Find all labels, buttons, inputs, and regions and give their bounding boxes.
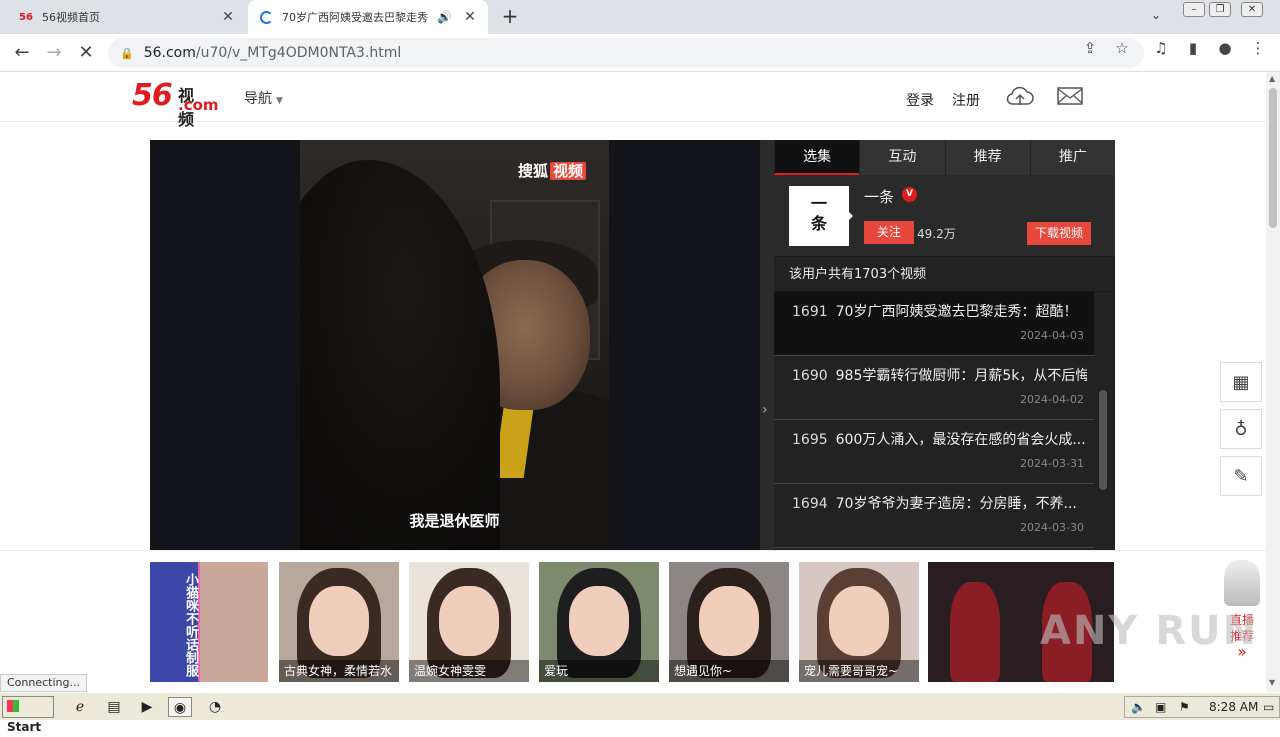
list-item[interactable]: 1690 985学霸转行做厨师：月薪5k，从不后悔 2024-04-02 [774, 356, 1094, 420]
window-controls: – ❐ ✕ [1183, 2, 1263, 17]
favicon-56: 56 [19, 11, 33, 23]
site-header: 56 视频 .com 导航 ▼ 登录 注册 [0, 72, 1266, 129]
uploader-name[interactable]: 一条 [864, 186, 894, 207]
feedback-edit-icon[interactable]: ✎ [1220, 456, 1262, 496]
uploader-card: 一条 一条 V 关注 49.2万 下载视频 [774, 175, 1115, 257]
panel-scrollbar[interactable] [1099, 390, 1107, 490]
back-arrow-icon[interactable]: ← [10, 41, 34, 65]
playlist: 1691 70岁广西阿姨受邀去巴黎走秀：超酷！ 2024-04-03 1690 98… [774, 292, 1094, 548]
message-envelope-icon[interactable] [1055, 84, 1085, 108]
video-subtitle: 我是退休医师 [409, 512, 500, 530]
video-player[interactable]: 搜狐 视频 我是退休医师 [150, 140, 760, 550]
security-icon[interactable]: ⚑ [1179, 697, 1190, 717]
start-button[interactable]: Start [2, 696, 54, 734]
scroll-up-icon[interactable]: ▲ [1269, 74, 1275, 83]
media-controls-icon[interactable]: ♫ [1151, 39, 1171, 57]
taskbar: Start ℯ ▤ ▶ ◉ ◔ 🔈 ▣ ⚑ 8:28 AM ▭ [0, 692, 1280, 734]
stop-loading-icon[interactable]: ✕ [74, 41, 98, 65]
browser-toolbar: ← → ✕ 🔒 56.com/u70/v_MTg4ODM0NTA3.html ⇪… [0, 34, 1280, 72]
register-link[interactable]: 注册 [952, 90, 980, 110]
new-tab-button[interactable]: + [498, 5, 522, 29]
bookmark-star-icon[interactable]: ☆ [1112, 39, 1132, 57]
show-desktop-icon[interactable]: ▭ [1263, 697, 1274, 717]
loading-spinner-icon [258, 9, 274, 25]
side-panel-icon[interactable]: ▮ [1183, 39, 1203, 57]
url-text: 56.com/u70/v_MTg4ODM0NTA3.html [143, 45, 402, 61]
list-item[interactable]: 1695 600万人涌入，最没存在感的省会火成... 2024-03-31 [774, 420, 1094, 484]
download-video-button[interactable]: 下载视频 [1027, 222, 1091, 245]
ad-card[interactable]: 古典女神，柔情若水 [279, 562, 399, 682]
tab-56-home[interactable]: 56 56视频首页 ✕ [8, 0, 246, 34]
upload-cloud-icon[interactable] [1005, 84, 1035, 108]
tab-recommend[interactable]: 推荐 [944, 140, 1030, 175]
lock-icon[interactable]: 🔒 [120, 47, 134, 60]
scrollbar-thumb[interactable] [1269, 88, 1277, 228]
volume-icon[interactable]: 🔈 [1131, 697, 1146, 717]
verified-badge-icon: V [902, 187, 917, 202]
clock: 8:28 AM [1209, 700, 1259, 714]
speaker-icon[interactable]: 🔊 [437, 10, 452, 24]
system-tray: 🔈 ▣ ⚑ 8:28 AM ▭ [1124, 696, 1280, 718]
ad-vertical-text: 小猫咪不听话制服 [150, 562, 198, 682]
status-bubble: Connecting... [0, 674, 87, 692]
edge-icon[interactable]: ◔ [203, 697, 227, 717]
total-videos-text: 该用户共有1703个视频 [774, 257, 1115, 292]
profile-avatar-icon[interactable]: ● [1215, 39, 1235, 57]
tab-search-chevron-icon[interactable]: ⌄ [1151, 8, 1161, 22]
list-item[interactable]: 1694 70岁爷爷为妻子造房：分房睡，不养... 2024-03-30 [774, 484, 1094, 548]
fans-count: 49.2万 [917, 227, 956, 241]
uploader-avatar[interactable]: 一条 [789, 186, 853, 246]
lightbulb-icon[interactable]: ♁ [1220, 409, 1262, 449]
explorer-folder-icon[interactable]: ▤ [102, 697, 126, 717]
video-frame [300, 140, 609, 550]
collapse-panel-button[interactable]: › [760, 140, 774, 550]
ad-card[interactable]: 宠儿需要哥哥宠~ [799, 562, 919, 682]
close-tab-icon[interactable]: ✕ [220, 9, 236, 25]
list-item[interactable]: 1691 70岁广西阿姨受邀去巴黎走秀：超酷！ 2024-04-03 [774, 292, 1094, 356]
address-bar[interactable]: 🔒 56.com/u70/v_MTg4ODM0NTA3.html [108, 38, 1144, 68]
nav-menu[interactable]: 导航 ▼ [244, 88, 283, 108]
live-avatar [1224, 560, 1260, 606]
close-window-icon[interactable]: ✕ [1241, 2, 1263, 17]
tab-episodes[interactable]: 选集 [774, 140, 860, 175]
page-scrollbar[interactable]: ▲ ▼ [1266, 72, 1280, 692]
tab-title: 56视频首页 [42, 11, 100, 24]
tab-interact[interactable]: 互动 [859, 140, 944, 175]
tab-current-video[interactable]: 70岁广西阿姨受邀去巴黎走秀 🔊 ✕ [248, 0, 488, 34]
network-icon[interactable]: ▣ [1155, 697, 1166, 717]
windows-flag-icon [7, 700, 19, 712]
restore-icon[interactable]: ❐ [1209, 2, 1231, 17]
tab-promote[interactable]: 推广 [1029, 140, 1115, 175]
ad-card[interactable]: 温婉女神雯雯 [409, 562, 529, 682]
sohu-video-watermark: 搜狐 视频 [518, 160, 587, 181]
browser-tabstrip: 56 56视频首页 ✕ 70岁广西阿姨受邀去巴黎走秀 🔊 ✕ + ⌄ – ❐ ✕ [0, 0, 1280, 34]
anyrun-watermark: ANY RUN [1040, 608, 1259, 654]
media-player-icon[interactable]: ▶ [135, 697, 159, 717]
ad-card[interactable]: 爱玩 [539, 562, 659, 682]
ie-icon[interactable]: ℯ [68, 697, 92, 717]
site-logo[interactable]: 56 视频 .com [132, 78, 219, 129]
ad-card-cat[interactable]: 小猫咪不听话制服 [150, 562, 268, 682]
ad-card[interactable]: 想遇见你~ [669, 562, 789, 682]
close-tab-icon[interactable]: ✕ [462, 9, 478, 25]
forward-arrow-icon[interactable]: → [42, 41, 66, 65]
chevron-right-icon: › [762, 402, 768, 418]
scroll-down-icon[interactable]: ▼ [1269, 678, 1275, 687]
qr-code-icon[interactable]: ▦ [1220, 362, 1262, 402]
minimize-icon[interactable]: – [1183, 2, 1205, 17]
tab-title: 70岁广西阿姨受邀去巴黎走秀 [282, 11, 428, 24]
login-link[interactable]: 登录 [906, 90, 934, 110]
chrome-taskbar-icon[interactable]: ◉ [168, 697, 192, 717]
playlist-panel: 选集 互动 推荐 推广 一条 一条 V 关注 49.2万 下载视频 该用户共有1… [774, 140, 1115, 550]
panel-tabs: 选集 互动 推荐 推广 [774, 140, 1115, 175]
chrome-menu-icon[interactable]: ⋮ [1248, 39, 1268, 57]
share-icon[interactable]: ⇪ [1080, 39, 1100, 57]
caret-down-icon: ▼ [276, 96, 283, 106]
follow-button[interactable]: 关注 [864, 221, 914, 244]
